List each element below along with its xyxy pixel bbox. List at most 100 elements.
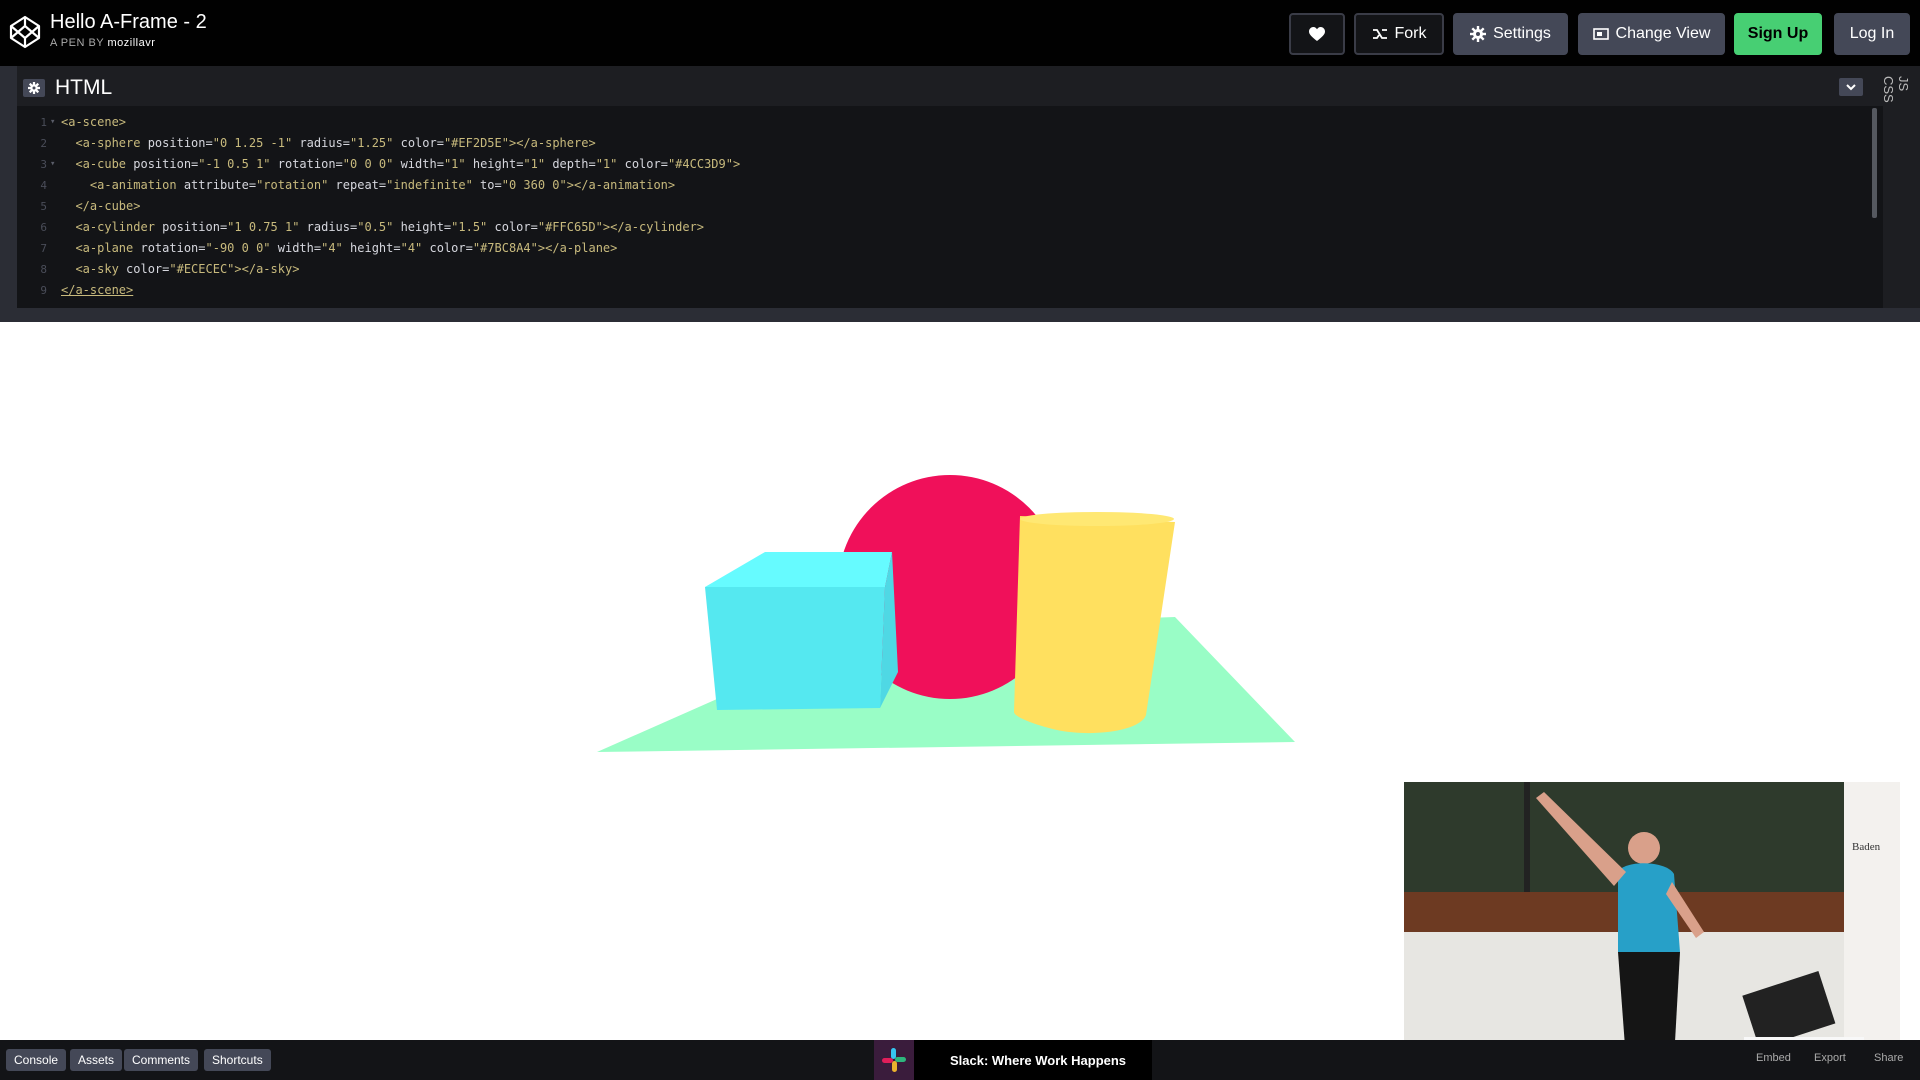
code-token: <a-scene> xyxy=(61,115,127,129)
code-token: rotation= xyxy=(270,157,343,171)
assets-button[interactable]: Assets xyxy=(70,1049,123,1071)
fork-icon xyxy=(1372,29,1387,39)
code-token: <a-sky xyxy=(61,262,119,276)
code-token: "-90 0 0" xyxy=(205,241,271,255)
js-tab[interactable]: JS xyxy=(1896,76,1911,91)
editor-area: HTML 1 ▾ <a-scene> 2 <a-sphere position="0 … xyxy=(0,66,1920,322)
code-token: to= xyxy=(472,178,502,192)
code-token: ></a-sphere> xyxy=(508,136,596,150)
editor-left-resizer[interactable] xyxy=(0,66,17,322)
code-editor[interactable]: 1 ▾ <a-scene> 2 <a-sphere position="0 1.25 … xyxy=(17,112,1863,308)
change-view-icon xyxy=(1592,28,1609,40)
export-link[interactable]: Export xyxy=(1814,1052,1846,1064)
code-text: </a-scene> xyxy=(61,280,133,301)
code-token: "4" xyxy=(400,241,423,255)
aframe-scene xyxy=(597,475,1295,752)
css-tab[interactable]: CSS xyxy=(1881,76,1896,103)
code-token: <a-plane xyxy=(61,241,134,255)
code-token: "0.5" xyxy=(357,220,394,234)
code-token: <a-cube xyxy=(61,157,127,171)
cube-top-shape xyxy=(705,552,892,587)
speaker-video-overlay: Baden xyxy=(1404,782,1900,1060)
code-token: </a-cube> xyxy=(61,199,141,213)
code-token: width= xyxy=(393,157,444,171)
code-token: ></a-plane> xyxy=(537,241,618,255)
code-text: <a-sky color="#ECECEC"></a-sky> xyxy=(61,259,299,280)
code-token: "0 360 0" xyxy=(501,178,567,192)
code-text: <a-cylinder position="1 0.75 1" radius="… xyxy=(61,217,704,238)
log-in-button[interactable]: Log In xyxy=(1834,13,1910,55)
heart-icon xyxy=(1309,26,1325,41)
code-token: height= xyxy=(342,241,401,255)
html-editor-panel: HTML 1 ▾ <a-scene> 2 <a-sphere position="0 … xyxy=(17,70,1883,308)
bottom-bar: Console Assets Comments Shortcuts Slack:… xyxy=(0,1040,1920,1080)
byline-prefix: A PEN BY xyxy=(50,37,104,49)
code-text: <a-animation attribute="rotation" repeat… xyxy=(61,175,675,196)
html-panel-collapse-button[interactable] xyxy=(1839,78,1863,96)
code-token: ></a-animation> xyxy=(566,178,676,192)
embed-link[interactable]: Embed xyxy=(1756,1052,1791,1064)
code-token: "1.25" xyxy=(350,136,394,150)
code-token: position= xyxy=(126,157,199,171)
code-token: "#FFC65D" xyxy=(537,220,603,234)
code-token: "1" xyxy=(523,157,546,171)
line-number: 6 xyxy=(40,221,47,234)
code-token: color= xyxy=(393,136,444,150)
pen-title[interactable]: Hello A-Frame - 2 xyxy=(50,11,207,34)
line-number: 4 xyxy=(40,179,47,192)
slack-ad[interactable]: Slack: Where Work Happens xyxy=(874,1040,1152,1080)
line-number: 2 xyxy=(40,137,47,150)
code-token: <a-animation xyxy=(61,178,177,192)
gear-icon xyxy=(1470,26,1487,42)
pen-byline: A PEN BY mozillavr xyxy=(50,37,155,49)
fold-toggle-icon[interactable]: ▾ xyxy=(50,112,55,133)
code-token: depth= xyxy=(545,157,596,171)
ad-text: Slack: Where Work Happens xyxy=(950,1052,1127,1068)
cube-front-shape xyxy=(705,587,885,710)
code-token: radius= xyxy=(299,220,358,234)
code-token: "rotation" xyxy=(256,178,329,192)
code-token: <a-sphere xyxy=(61,136,141,150)
code-token: "#7BC8A4" xyxy=(472,241,538,255)
change-view-label: Change View xyxy=(1615,25,1711,42)
code-token: repeat= xyxy=(328,178,387,192)
speaker-video-frame: Baden xyxy=(1404,782,1900,1060)
love-button[interactable] xyxy=(1289,13,1345,55)
collapsed-side-tabs: JS CSS xyxy=(1881,66,1920,322)
code-token: attribute= xyxy=(176,178,257,192)
code-token: "1" xyxy=(595,157,618,171)
html-settings-button[interactable] xyxy=(23,79,45,97)
slack-logo-icon xyxy=(874,1040,914,1080)
code-token: color= xyxy=(422,241,473,255)
code-text: <a-plane rotation="-90 0 0" width="4" he… xyxy=(61,238,617,259)
editor-scrollbar[interactable] xyxy=(1872,108,1877,218)
sign-up-label: Sign Up xyxy=(1747,25,1809,42)
fork-button[interactable]: Fork xyxy=(1354,13,1444,55)
editor-resize-handle[interactable] xyxy=(0,308,1920,322)
settings-label: Settings xyxy=(1493,25,1551,42)
shortcuts-button[interactable]: Shortcuts xyxy=(204,1049,271,1071)
code-text: <a-cube position="-1 0.5 1" rotation="0 … xyxy=(61,154,740,175)
code-token: color= xyxy=(487,220,538,234)
author-link[interactable]: mozillavr xyxy=(108,37,156,49)
share-link[interactable]: Share xyxy=(1874,1052,1903,1064)
sign-up-button[interactable]: Sign Up xyxy=(1734,13,1822,55)
comments-button[interactable]: Comments xyxy=(124,1049,199,1071)
code-text: <a-sphere position="0 1.25 -1" radius="1… xyxy=(61,133,596,154)
line-number: 1 xyxy=(40,116,47,129)
settings-button[interactable]: Settings xyxy=(1453,13,1568,55)
code-token: "1.5" xyxy=(451,220,488,234)
fold-toggle-icon[interactable]: ▾ xyxy=(50,154,55,175)
code-token: "0 0 0" xyxy=(342,157,394,171)
code-token: ></a-sky> xyxy=(234,262,300,276)
code-token: "0 1.25 -1" xyxy=(212,136,293,150)
code-token: ></a-cylinder> xyxy=(602,220,705,234)
console-button[interactable]: Console xyxy=(6,1049,67,1071)
line-number: 9 xyxy=(40,284,47,297)
code-token: position= xyxy=(140,136,213,150)
change-view-button[interactable]: Change View xyxy=(1578,13,1725,55)
log-in-label: Log In xyxy=(1849,25,1895,42)
line-number: 5 xyxy=(40,200,47,213)
code-token: color= xyxy=(118,262,170,276)
codepen-logo-icon[interactable] xyxy=(8,15,42,49)
